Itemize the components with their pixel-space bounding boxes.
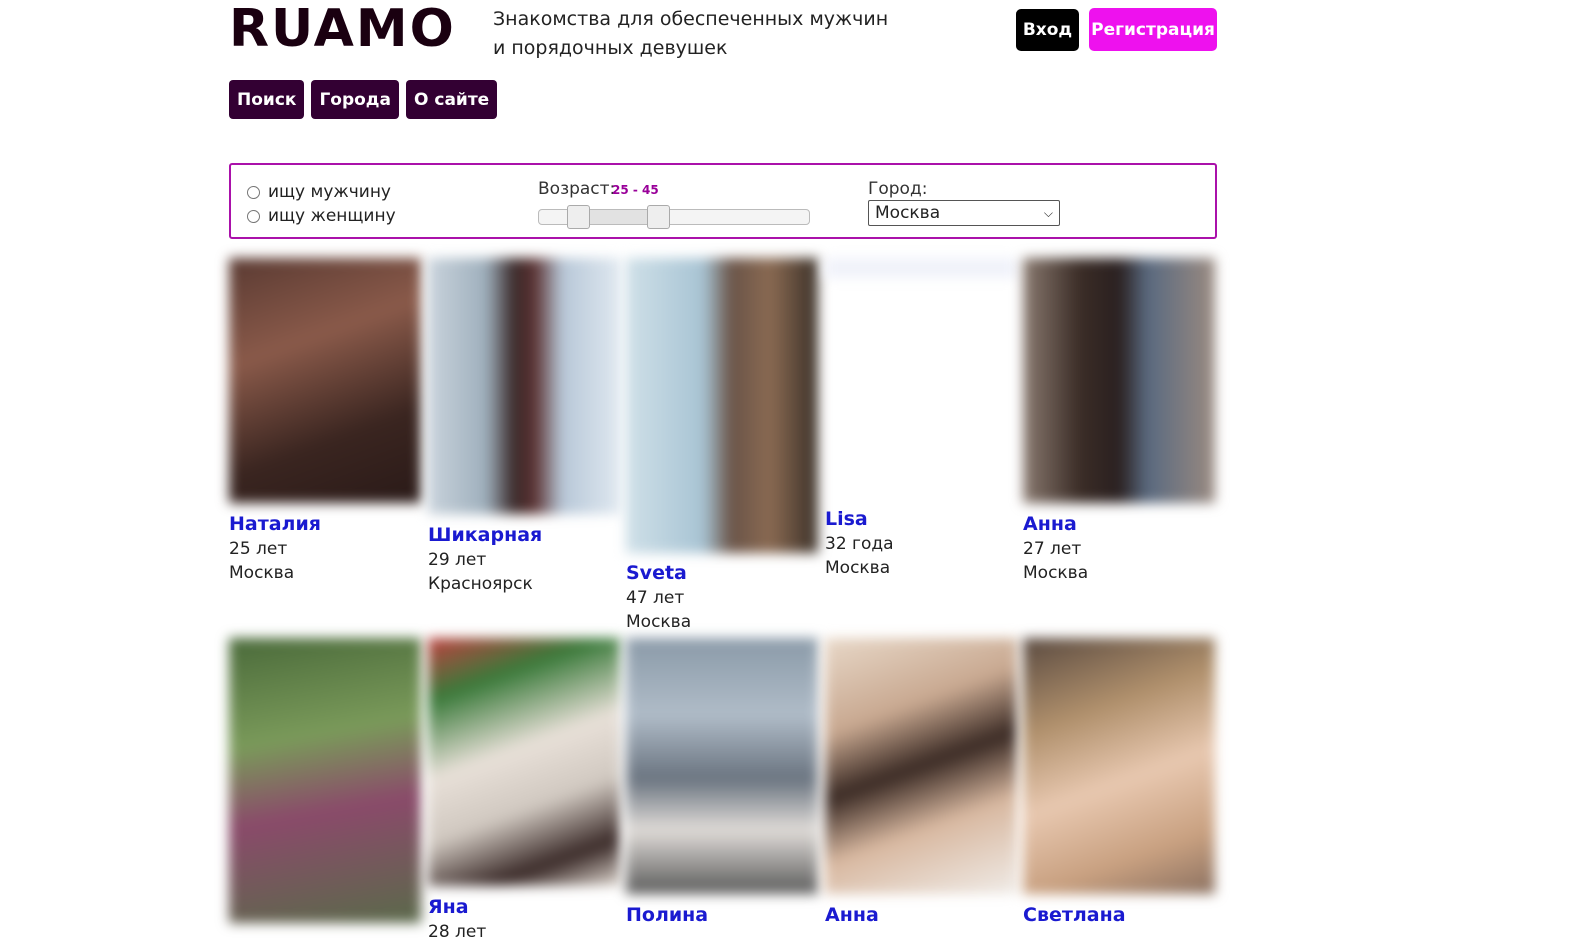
city-select[interactable]: Москва ⌵: [868, 200, 1060, 226]
age-range-value: 25 - 45: [612, 183, 659, 197]
chevron-down-icon: ⌵: [1043, 205, 1053, 220]
profile-age: 27 лет: [1023, 539, 1082, 559]
profile-name-link[interactable]: Светлана: [1023, 904, 1126, 926]
age-range-slider[interactable]: [538, 205, 810, 229]
profile-age: 47 лет: [626, 588, 685, 608]
profile-city: Москва: [825, 558, 891, 578]
age-max-handle[interactable]: [647, 205, 671, 229]
profile-city: Москва: [1023, 563, 1089, 583]
profile-age: 25 лет: [229, 539, 288, 559]
nav-about-button[interactable]: О сайте: [406, 80, 498, 119]
profile-name-link[interactable]: Sveta: [626, 562, 687, 584]
register-button[interactable]: Регистрация: [1089, 8, 1217, 51]
search-filter-panel: ищу мужчину ищу женщину Возраст: 25 - 45…: [229, 163, 1217, 239]
profile-photo[interactable]: [825, 258, 1017, 278]
profile-city: Москва: [229, 563, 295, 583]
seek-man-radio[interactable]: [247, 185, 260, 199]
profile-name-link[interactable]: Анна: [1023, 513, 1077, 535]
tagline-line-1: Знакомства для обеспеченных мужчин: [493, 8, 889, 30]
profile-photo[interactable]: [428, 638, 620, 886]
profile-photo[interactable]: [626, 258, 818, 553]
main-nav: Поиск Города О сайте: [229, 80, 498, 119]
seek-man-option[interactable]: ищу мужчину: [247, 182, 391, 202]
city-label: Город:: [868, 179, 928, 199]
site-logo[interactable]: RUAMO: [229, 0, 456, 58]
profile-age: 28 лет: [428, 922, 487, 942]
profile-age: 29 лет: [428, 550, 487, 570]
profile-photo[interactable]: [1023, 638, 1215, 894]
profile-name-link[interactable]: Наталия: [229, 513, 321, 535]
seek-woman-radio[interactable]: [247, 209, 260, 223]
login-button[interactable]: Вход: [1016, 9, 1079, 51]
profile-name-link[interactable]: Шикарная: [428, 524, 542, 546]
nav-search-button[interactable]: Поиск: [229, 80, 305, 119]
seek-woman-label: ищу женщину: [268, 206, 396, 226]
nav-cities-button[interactable]: Города: [311, 80, 399, 119]
profile-photo[interactable]: [626, 638, 818, 894]
site-tagline: Знакомства для обеспеченных мужчин и пор…: [493, 5, 913, 63]
profile-age: 32 года: [825, 534, 894, 554]
profile-photo[interactable]: [825, 638, 1017, 894]
profile-photo[interactable]: [428, 258, 620, 514]
profile-name-link[interactable]: Lisa: [825, 508, 868, 530]
seek-woman-option[interactable]: ищу женщину: [247, 206, 396, 226]
profile-name-link[interactable]: Яна: [428, 896, 469, 918]
city-select-value: Москва: [875, 203, 941, 223]
age-min-handle[interactable]: [567, 205, 591, 229]
profile-city: Москва: [626, 612, 692, 632]
profile-photo[interactable]: [1023, 258, 1215, 503]
profile-name-link[interactable]: Анна: [825, 904, 879, 926]
profile-photo[interactable]: [229, 258, 421, 503]
profile-city: Красноярск: [428, 574, 533, 594]
profile-name-link[interactable]: Полина: [626, 904, 708, 926]
seek-man-label: ищу мужчину: [268, 182, 391, 202]
profile-photo[interactable]: [229, 638, 421, 923]
age-label: Возраст:: [538, 179, 616, 199]
tagline-line-2: и порядочных девушек: [493, 37, 728, 59]
